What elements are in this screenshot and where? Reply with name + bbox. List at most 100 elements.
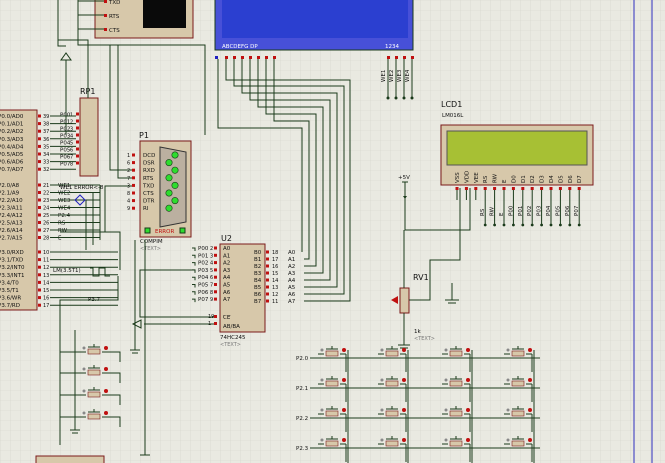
button-cap[interactable] <box>449 380 463 387</box>
mcu-pin-marker <box>38 191 41 194</box>
button-pin-dot <box>444 378 448 382</box>
rp1-body[interactable] <box>79 97 99 177</box>
p1-pin-name: TXD <box>142 183 154 189</box>
u2-pin-marker <box>214 268 217 272</box>
u2-net-label: P06 <box>198 290 209 296</box>
u2-pin-marker <box>266 271 269 275</box>
button-cap[interactable] <box>511 410 525 417</box>
u2-pin-marker <box>214 253 217 257</box>
button-pin-dot <box>380 438 384 442</box>
rv1-body[interactable] <box>399 287 410 314</box>
lcd-pin-marker <box>511 187 515 190</box>
mcu-pin-num: 11 <box>43 258 49 264</box>
keypad-row-label: P2.1 <box>296 386 308 392</box>
u2-pin-marker <box>214 297 217 301</box>
button-cap[interactable] <box>385 410 399 417</box>
lcd-net-dot <box>577 223 581 227</box>
lcd-pin-name: RW <box>493 173 499 183</box>
button-pin-dot <box>506 348 510 352</box>
mcu-pin-name: P2.5/A13 <box>0 221 23 227</box>
button-cap[interactable] <box>87 369 101 376</box>
lcd-pin-name: VEE <box>474 172 480 183</box>
u2-pin-num: 3 <box>210 253 213 259</box>
p1-error-label: ERROR <box>155 229 174 235</box>
u2-pin-marker <box>266 285 269 289</box>
p1-pin-marker <box>132 191 135 195</box>
lcd-pin-name: VSS <box>455 172 461 183</box>
button-cap[interactable] <box>325 350 339 357</box>
u2-pin-num: 4 <box>210 261 213 267</box>
button-cap[interactable] <box>385 350 399 357</box>
button-pin-dot <box>506 438 510 442</box>
mcu-pin-name: P0.0/AD0 <box>0 114 24 120</box>
u2-pin-num: 15 <box>272 271 278 277</box>
button-pin-dot <box>444 408 448 412</box>
u2-pin-num: 14 <box>272 278 278 284</box>
mcu-pin-num: 24 <box>43 206 49 212</box>
button-cap[interactable] <box>87 413 101 420</box>
button-cap[interactable] <box>511 380 525 387</box>
mcu-pin-num: 35 <box>43 144 49 150</box>
button-pin-dot <box>82 367 86 371</box>
seg-display-screen <box>222 0 408 38</box>
button-cap[interactable] <box>87 348 101 355</box>
mcu-pin-num: 34 <box>43 152 49 158</box>
mcu-pin-name: P0.1/AD1 <box>0 122 23 128</box>
digit-pin-label: WE3 <box>397 69 403 82</box>
mcu-pin-name: P3.2/INT0 <box>0 265 25 271</box>
seven-segment-display[interactable]: ABCDEFG DP 1234 <box>214 0 414 51</box>
button-cap[interactable] <box>385 380 399 387</box>
button-cap[interactable] <box>87 391 101 398</box>
mcu-net-label: WE4 <box>58 206 71 212</box>
u2-net-label: A1 <box>288 257 295 263</box>
p1-pin-name: DSR <box>143 161 155 167</box>
lcd-pin-name: D5 <box>558 175 564 183</box>
u2-pin-name: B6 <box>254 292 262 298</box>
p1-led-icon <box>171 197 179 205</box>
button-pin-dot <box>444 438 448 442</box>
schematic-canvas[interactable]: TXD RTS CTS ABCDEFG DP 1234 WE1 WE2 WE3 … <box>0 0 665 463</box>
lcd-net-dot <box>568 223 572 227</box>
button-cap[interactable] <box>325 410 339 417</box>
u2-pin-num: 11 <box>272 299 278 305</box>
rp1-pin-marker <box>76 140 79 144</box>
button-cap[interactable] <box>325 440 339 447</box>
bottom-component <box>35 455 105 463</box>
p1-pin-num: 2 <box>127 168 130 174</box>
lcd-net-dot <box>540 223 543 227</box>
button-cap[interactable] <box>385 440 399 447</box>
mcu-pin-num: 12 <box>43 265 49 271</box>
p1-pin-name: DCD <box>143 153 155 159</box>
button-led-icon <box>466 378 470 382</box>
button-pin-dot <box>320 438 324 442</box>
mcu-pin-num: 33 <box>43 160 49 166</box>
mcu-pin-name: P2.2/A10 <box>0 198 23 204</box>
mcu-pin-name: P3.6/WR <box>0 296 21 302</box>
button-cap[interactable] <box>449 410 463 417</box>
mcu-pin-name: P3.7/RD <box>0 303 20 309</box>
rp1-pin-marker <box>76 133 79 137</box>
u2-left-pins: P00 2 A0 P01 3 A1 P02 4 A2 P03 5 A3 P04 6 A4 P05 7 A5 P06 8… <box>192 246 231 303</box>
button-cap[interactable] <box>449 440 463 447</box>
u2-pin-name: A5 <box>223 283 231 289</box>
button-cap[interactable] <box>449 350 463 357</box>
button-cap[interactable] <box>325 380 339 387</box>
button-cap[interactable] <box>511 440 525 447</box>
rp1-pin-name: P07 <box>60 162 71 168</box>
button-led-icon <box>466 348 470 352</box>
lcd-net-dot <box>502 223 506 227</box>
mcu-pin-num: 39 <box>43 114 49 120</box>
p1-pin-marker <box>132 168 135 172</box>
rp1-pin-marker <box>76 147 79 151</box>
rv1-text-label: <TEXT> <box>414 336 435 342</box>
u2-net-label: A5 <box>288 285 296 291</box>
p1-pin-num: 4 <box>127 199 130 205</box>
u2-pin-marker <box>266 278 269 282</box>
mcu-pin-marker <box>38 144 41 148</box>
rp1-pin-marker <box>76 119 79 123</box>
button-cap[interactable] <box>511 350 525 357</box>
lcd-pin-name: RS <box>483 175 489 183</box>
lcd-net-label: P05 <box>555 205 561 216</box>
button-pin-dot <box>82 346 86 350</box>
lcd-net-dot <box>521 223 525 227</box>
